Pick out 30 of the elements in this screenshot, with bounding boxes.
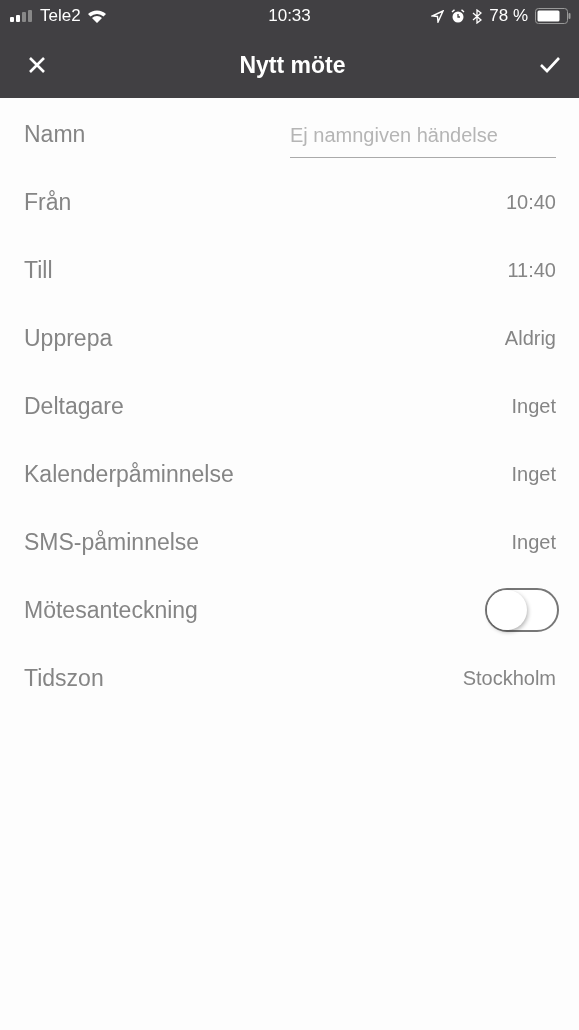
checkmark-icon: [539, 56, 561, 74]
screen-title: Nytt möte: [239, 51, 346, 79]
row-label: SMS-påminnelse: [24, 528, 200, 556]
row-value[interactable]: Inget: [511, 530, 556, 554]
location-icon: [431, 9, 445, 23]
row-label: Mötesanteckning: [24, 596, 198, 624]
row-label: Namn: [24, 120, 86, 148]
alarm-icon: [451, 9, 466, 23]
row-label: Kalenderpåminnelse: [24, 460, 234, 488]
row-label: Deltagare: [24, 392, 124, 420]
battery-percent: 78 %: [489, 6, 528, 26]
row-label: Upprepa: [24, 324, 113, 352]
row-value[interactable]: 11:40: [507, 258, 556, 282]
battery-icon: [535, 8, 571, 24]
row-value[interactable]: Aldrig: [504, 326, 556, 350]
row-label: Till: [24, 256, 53, 284]
status-time: 10:33: [268, 6, 311, 26]
close-icon: [28, 56, 46, 74]
bluetooth-icon: [472, 8, 483, 24]
row-value[interactable]: Inget: [511, 394, 556, 418]
wifi-icon: [86, 9, 107, 23]
row-value[interactable]: Stockholm: [462, 666, 556, 690]
row-value[interactable]: Inget: [511, 462, 556, 486]
row-label: Tidszon: [24, 664, 104, 692]
signal-icon: [10, 10, 34, 22]
name-input-field[interactable]: Ej namngiven händelse: [290, 118, 556, 158]
toggle-switch[interactable]: [485, 588, 559, 632]
row-value[interactable]: 10:40: [505, 190, 556, 214]
carrier-name: Tele2: [40, 6, 81, 26]
row-label: Från: [24, 188, 72, 216]
